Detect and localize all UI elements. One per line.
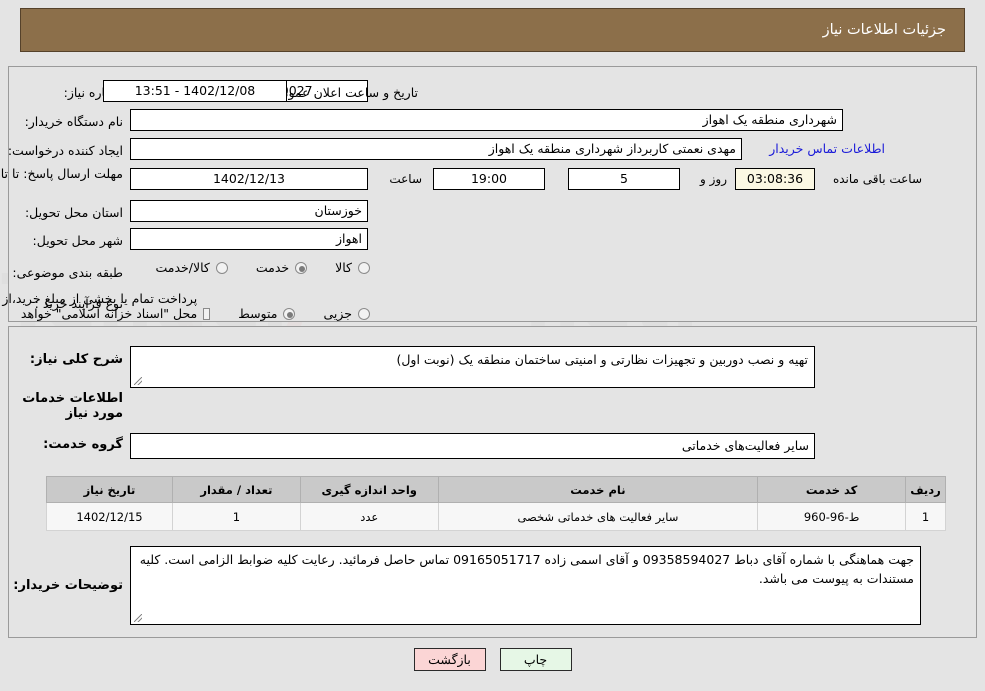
category-options: کالا خدمت کالا/خدمت [127,260,370,275]
cell-row-no: 1 [905,502,946,531]
time-remaining-label: ساعت باقی مانده [832,172,922,186]
radio-kala-khedmat-icon[interactable] [215,261,228,274]
process-option-jozei-label: جزیی [323,306,352,321]
category-option-khedmat[interactable]: خدمت [255,260,308,275]
buyer-notes-textarea[interactable]: جهت هماهنگی با شماره آقای دباط 093585940… [130,546,921,625]
buyer-org-label: نام دستگاه خریدار: [24,113,123,129]
services-table: ردیف کد خدمت نام خدمت واحد اندازه گیری ت… [46,476,946,531]
buyer-org-row: نام دستگاه خریدار: [25,109,123,133]
table-header-row: ردیف کد خدمت نام خدمت واحد اندازه گیری ت… [46,476,946,503]
col-unit: واحد اندازه گیری [299,476,439,503]
general-need-label: شرح کلی نیاز: [29,352,123,367]
print-button[interactable]: چاپ [499,648,572,671]
category-option-kala-label: کالا [335,260,352,275]
category-option-kala-khedmat[interactable]: کالا/خدمت [155,260,228,275]
col-service-name: نام خدمت [437,476,759,503]
radio-motevaset-icon[interactable] [283,307,296,320]
days-remaining-label: روز و [700,172,727,186]
cell-unit: عدد [299,502,439,531]
process-option-motevaset-label: متوسط [238,306,278,321]
services-section-heading: اطلاعات خدمات مورد نیاز [22,391,123,421]
cell-service-code: ط-96-960 [757,502,907,531]
city-field[interactable]: اهواز [130,228,368,250]
province-field[interactable]: خوزستان [130,200,368,222]
radio-khedmat-icon[interactable] [295,261,308,274]
action-bar: بازگشت چاپ [0,648,985,671]
request-creator-row: ایجاد کننده درخواست: [8,138,123,162]
category-option-kala-khedmat-label: کالا/خدمت [155,260,210,275]
cell-service-name: سایر فعالیت های خدماتی شخصی [437,502,759,531]
category-label: طبقه بندی موضوعی: [12,264,123,280]
province-row: استان محل تحویل: [25,200,123,224]
buyer-contact-link[interactable]: اطلاعات تماس خریدار [769,141,885,156]
table-row: 1 ط-96-960 سایر فعالیت های خدماتی شخصی ع… [46,502,946,531]
process-option-motevaset[interactable]: متوسط [238,306,296,321]
deadline-label: مهلت ارسال پاسخ: تا تاریخ: [0,166,123,181]
general-need-textarea[interactable]: تهیه و نصب دوربین و تجهیزات نظارتی و امن… [130,346,815,388]
col-service-code: کد خدمت [757,476,907,503]
announcement-label: تاریخ و ساعت اعلان عمومی: [267,84,418,100]
checkbox-treasury-icon[interactable] [203,307,211,320]
category-option-kala[interactable]: کالا [335,260,370,275]
time-remaining-field: 03:08:36 [735,168,815,190]
deadline-row: مهلت ارسال پاسخ: تا تاریخ: [0,166,123,182]
process-option-jozei[interactable]: جزیی [323,306,370,321]
back-button[interactable]: بازگشت [413,648,486,671]
category-option-khedmat-label: خدمت [255,260,290,275]
city-row: شهر محل تحویل: [33,228,123,252]
province-label: استان محل تحویل: [24,204,123,220]
col-row-no: ردیف [905,476,946,503]
deadline-hour-label: ساعت [389,172,422,186]
days-remaining-field[interactable]: 5 [568,168,680,190]
cell-need-date: 1402/12/15 [46,502,173,531]
page-header: جزئیات اطلاعات نیاز [20,8,965,52]
request-creator-label: ایجاد کننده درخواست: [7,142,123,158]
radio-jozei-icon[interactable] [358,307,370,320]
col-quantity: تعداد / مقدار [171,476,301,503]
category-row: طبقه بندی موضوعی: [12,260,123,284]
announcement-datetime-field[interactable]: 1402/12/08 - 13:51 [103,80,287,102]
deadline-hour-field[interactable]: 19:00 [433,168,545,190]
page-title: جزئیات اطلاعات نیاز [822,22,946,38]
service-group-field[interactable]: سایر فعالیت‌های خدماتی [130,433,815,459]
deadline-date-field[interactable]: 1402/12/13 [130,168,368,190]
city-label: شهر محل تحویل: [32,232,123,248]
request-creator-field[interactable]: مهدی نعمتی کاربرداز شهرداری منطقه یک اهو… [130,138,742,160]
radio-kala-icon[interactable] [358,261,370,274]
cell-quantity: 1 [171,502,301,531]
service-group-label: گروه خدمت: [43,437,123,452]
col-need-date: تاریخ نیاز [46,476,173,503]
need-info-panel [8,66,977,322]
page-root: AriaTender .net جزئیات اطلاعات نیاز شمار… [0,0,985,691]
buyer-org-field[interactable]: شهرداری منطقه یک اهواز [130,109,843,131]
buyer-notes-label: توضیحات خریدار: [13,578,123,593]
announcement-row: تاریخ و ساعت اعلان عمومی: [267,80,418,104]
